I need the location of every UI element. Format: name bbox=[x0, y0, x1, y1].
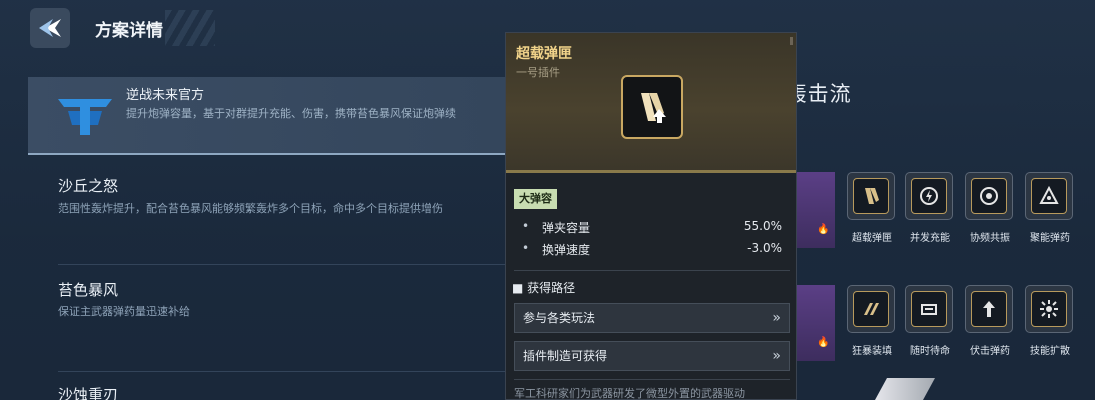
bullet-icon: • bbox=[522, 219, 530, 233]
row-indicator: 🔥 bbox=[795, 285, 835, 361]
plugin-slot[interactable]: 超载弹匣 bbox=[847, 172, 897, 244]
plan-card-title: 逆战未来官方 bbox=[126, 88, 205, 103]
spread-icon bbox=[1040, 300, 1058, 318]
ammo-icon bbox=[1039, 185, 1059, 204]
resonance-icon bbox=[980, 187, 998, 205]
header-decoration bbox=[165, 10, 215, 46]
path-button-label: 参与各类玩法 bbox=[523, 311, 596, 325]
pin-marker bbox=[790, 37, 793, 45]
plugin-slot[interactable]: 聚能弹药 bbox=[1025, 172, 1075, 244]
divider bbox=[514, 270, 790, 271]
divider bbox=[58, 371, 512, 372]
fire-icon: 🔥 bbox=[817, 224, 830, 235]
plan-item-title: 沙蚀重刃 bbox=[58, 386, 119, 400]
back-arrow-icon bbox=[39, 19, 61, 37]
plugin-slot[interactable]: 协频共振 bbox=[965, 172, 1015, 244]
plugin-slot[interactable]: 并发充能 bbox=[905, 172, 955, 244]
ambush-icon bbox=[983, 301, 995, 317]
standby-icon bbox=[921, 304, 937, 315]
popup-title: 超载弹匣 bbox=[516, 46, 572, 62]
plugin-slot[interactable]: 随时待命 bbox=[905, 285, 955, 357]
plugin-row-1: 🔥 超载弹匣 并发充能 协频共振 聚能弹药 bbox=[795, 172, 1085, 252]
magazine-icon bbox=[641, 93, 666, 123]
plugin-slot[interactable]: 伏击弹药 bbox=[965, 285, 1015, 357]
stat-value: -3.0% bbox=[747, 241, 782, 255]
path-button-label: 插件制造可获得 bbox=[523, 349, 608, 363]
stat-row: • 弹夹容量 55.0% bbox=[522, 219, 782, 235]
plan-item-dune-fury[interactable]: 沙丘之怒 范围性轰炸提升，配合苔色暴风能够频繁轰炸多个目标，命中多个目标提供增伤 bbox=[28, 157, 512, 267]
plugin-slot-label: 狂暴装填 bbox=[852, 346, 892, 357]
plan-item-sand-blade[interactable]: 沙蚀重刃 bbox=[28, 374, 512, 400]
magazine-icon bbox=[865, 188, 879, 204]
path-button-modes[interactable]: 参与各类玩法 » bbox=[514, 303, 790, 333]
stat-row: • 换弹速度 -3.0% bbox=[522, 241, 782, 257]
plugin-row-2: 🔥 狂暴装填 随时待命 伏击弹药 技能扩散 bbox=[795, 285, 1085, 365]
plan-card-desc: 提升炮弹容量，基于对群提升充能、伤害，携带苔色暴风保证炮弹续 bbox=[126, 107, 456, 120]
page-title: 方案详情 bbox=[95, 21, 163, 41]
path-button-crafting[interactable]: 插件制造可获得 » bbox=[514, 341, 790, 371]
reload-icon bbox=[864, 303, 879, 315]
divider bbox=[514, 379, 790, 380]
plan-item-title: 沙丘之怒 bbox=[58, 177, 119, 195]
plugin-slot-label: 超载弹匣 bbox=[852, 233, 892, 244]
plugin-slot-label: 随时待命 bbox=[910, 346, 950, 357]
plugin-big-icon bbox=[621, 75, 683, 139]
divider bbox=[58, 264, 512, 265]
plugin-detail-popup: 超载弹匣 一号插件 大弹容 • 弹夹容量 55.0% • 换弹速度 -3.0% … bbox=[505, 32, 797, 400]
plan-card-selected[interactable]: 逆战未来官方 提升炮弹容量，基于对群提升充能、伤害，携带苔色暴风保证炮弹续 bbox=[28, 77, 512, 155]
popup-badge: 大弹容 bbox=[514, 189, 557, 209]
plan-item-moss-storm[interactable]: 苔色暴风 保证主武器弹药量迅速补给 bbox=[28, 267, 512, 372]
plan-item-desc: 范围性轰炸提升，配合苔色暴风能够频繁轰炸多个目标，命中多个目标提供增伤 bbox=[58, 202, 443, 215]
back-button[interactable] bbox=[30, 8, 70, 48]
plugin-slot-label: 技能扩散 bbox=[1030, 346, 1070, 357]
double-chevron-right-icon: » bbox=[772, 310, 781, 326]
popup-header: 超载弹匣 一号插件 bbox=[506, 33, 796, 173]
double-chevron-right-icon: » bbox=[772, 348, 781, 364]
stat-label: 换弹速度 bbox=[542, 243, 591, 257]
stat-value: 55.0% bbox=[743, 219, 782, 233]
plugin-slot[interactable]: 狂暴装填 bbox=[847, 285, 897, 357]
popup-subtitle: 一号插件 bbox=[516, 66, 560, 79]
popup-lore-text: 军工科研家们为武器研发了微型外置的武器驱动 bbox=[514, 387, 745, 400]
stat-label: 弹夹容量 bbox=[542, 221, 591, 235]
charge-icon bbox=[920, 187, 938, 205]
popup-header-border bbox=[506, 170, 796, 173]
plugin-slot-label: 聚能弹药 bbox=[1030, 233, 1070, 244]
team-logo-icon bbox=[58, 99, 112, 135]
plan-list: 逆战未来官方 提升炮弹容量，基于对群提升充能、伤害，携带苔色暴风保证炮弹续 沙丘… bbox=[28, 77, 512, 400]
fire-icon: 🔥 bbox=[817, 337, 830, 348]
plugin-slot-label: 协频共振 bbox=[970, 233, 1010, 244]
plugin-slot-label: 并发充能 bbox=[910, 233, 950, 244]
section-title: ■ 获得路径 bbox=[512, 281, 576, 295]
plan-item-desc: 保证主武器弹药量迅速补给 bbox=[58, 305, 190, 318]
plugin-slot[interactable]: 技能扩散 bbox=[1025, 285, 1075, 357]
row-indicator: 🔥 bbox=[795, 172, 835, 248]
bullet-icon: • bbox=[522, 241, 530, 255]
plugin-slot-label: 伏击弹药 bbox=[970, 346, 1010, 357]
plan-item-title: 苔色暴风 bbox=[58, 281, 119, 299]
